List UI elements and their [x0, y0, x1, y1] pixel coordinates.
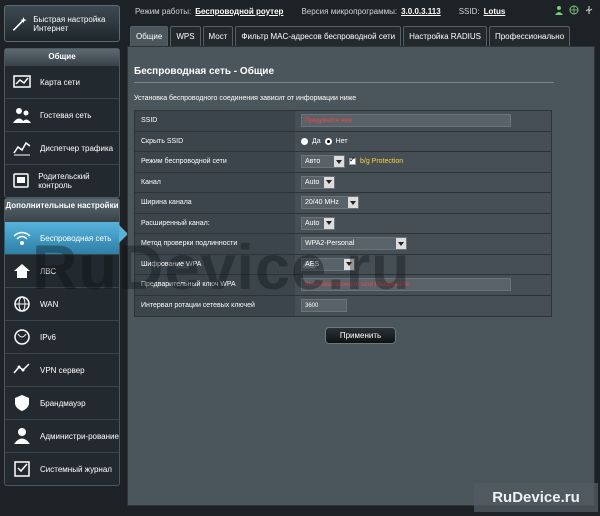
network-map-icon [10, 71, 34, 93]
hide-ssid-no-label: Нет [335, 137, 348, 145]
wan-icon [10, 293, 34, 315]
usb-icon[interactable] [584, 5, 594, 15]
guest-network-icon [10, 104, 34, 126]
bandwidth-label: Ширина канала [135, 193, 295, 213]
hide-ssid-label: Скрыть SSID [135, 131, 295, 151]
form-row-hide-ssid: Скрыть SSID Да Нет [135, 131, 551, 152]
watermark: RuDevice.ru [32, 233, 411, 303]
tab-bridge[interactable]: Мост [202, 26, 234, 46]
sidebar-item-vpn[interactable]: VPN сервер [5, 353, 119, 386]
wireless-icon [10, 227, 34, 249]
sidebar-advanced-title: Дополнительные настройки [5, 199, 119, 221]
channel-select[interactable]: Auto [301, 175, 335, 189]
magic-wand-icon [12, 16, 27, 31]
bg-protection-label: b/g Protection [360, 158, 404, 166]
admin-icon [10, 425, 34, 447]
firmware-label: Версия микропрограммы: [301, 6, 398, 16]
status-icons [554, 5, 594, 15]
hide-ssid-no-radio[interactable] [324, 137, 332, 145]
sidebar-item-label: VPN сервер [40, 365, 85, 375]
sidebar-item-parental-control[interactable]: Родительский контроль [5, 164, 119, 197]
bandwidth-value: 20/40 MHz [305, 199, 339, 207]
chevron-down-icon [324, 176, 334, 188]
form-row-ext-channel: Расширенный канал: Auto [135, 213, 551, 234]
parental-control-icon [10, 170, 32, 192]
tab-bar: Общие WPS Мост Фильтр MAC-адресов беспро… [130, 26, 571, 46]
lan-icon [10, 260, 34, 282]
watermark-badge: RuDevice.ru [474, 483, 598, 512]
mode-value: Авто [305, 158, 321, 166]
mode-link[interactable]: Беспроводной роутер [195, 7, 283, 16]
page-title: Беспроводная сеть - Общие [134, 66, 275, 77]
sidebar-item-label: Администри-рование [40, 431, 119, 441]
sidebar-item-traffic-manager[interactable]: Диспетчер трафика [5, 131, 119, 164]
vpn-icon [10, 359, 34, 381]
firewall-icon [10, 392, 34, 414]
chevron-down-icon [348, 197, 358, 209]
channel-value: Auto [305, 178, 320, 186]
page-description: Установка беспроводного соединения завис… [134, 95, 357, 102]
ssid-label: SSID [135, 111, 295, 131]
sidebar-general-title: Общие [5, 49, 119, 65]
chevron-down-icon [334, 156, 344, 168]
syslog-icon [10, 458, 34, 480]
user-icon[interactable] [554, 5, 564, 15]
firmware-link[interactable]: 3.0.0.3.113 [401, 7, 441, 16]
ext-channel-select[interactable]: Auto [301, 216, 335, 230]
title-divider [134, 82, 554, 83]
channel-label: Канал [135, 172, 295, 192]
tab-mac-filter[interactable]: Фильтр MAC-адресов беспроводной сети [235, 26, 402, 46]
tab-professional[interactable]: Профессионально [488, 26, 571, 46]
mode-select[interactable]: Авто [301, 155, 345, 169]
status-bar: Режим работы: Беспроводной роутер Версия… [133, 0, 600, 22]
sidebar-item-label: IPv6 [40, 332, 57, 342]
hide-ssid-yes-label: Да [312, 137, 321, 145]
sidebar-item-network-map[interactable]: Карта сети [5, 65, 119, 98]
ssid-input[interactable]: Придумайте имя [301, 114, 511, 128]
sidebar-item-label: Карта сети [40, 77, 80, 87]
sidebar-item-admin[interactable]: Администри-рование [5, 419, 119, 452]
sidebar-item-label: Брандмауэр [40, 398, 86, 408]
mode-label: Режим беспроводной сети [135, 152, 295, 172]
bg-protection-checkbox[interactable] [349, 155, 356, 166]
traffic-manager-icon [10, 137, 34, 159]
sidebar-item-label: Диспетчер трафика [40, 143, 114, 153]
form-row-ssid: SSID Придумайте имя [135, 111, 551, 132]
chevron-down-icon [324, 217, 334, 229]
globe-icon[interactable] [569, 5, 579, 15]
sidebar-item-guest-network[interactable]: Гостевая сеть [5, 98, 119, 131]
form-row-mode: Режим беспроводной сети Авто b/g Protect… [135, 152, 551, 173]
quick-setup-button[interactable]: Быстрая настройка Интернет [4, 5, 120, 42]
mode-label: Режим работы: [135, 6, 192, 16]
ssid-label: SSID: [458, 6, 480, 16]
sidebar-item-firewall[interactable]: Брандмауэр [5, 386, 119, 419]
ext-channel-label: Расширенный канал: [135, 213, 295, 233]
bandwidth-select[interactable]: 20/40 MHz [301, 196, 359, 210]
quick-setup-label: Быстрая настройка Интернет [33, 14, 106, 33]
form-row-bandwidth: Ширина канала 20/40 MHz [135, 193, 551, 214]
sidebar-item-label: Гостевая сеть [40, 110, 92, 120]
sidebar-item-syslog[interactable]: Системный журнал [5, 452, 119, 485]
form-row-channel: Канал Auto [135, 172, 551, 193]
sidebar-general: Общие Карта сети Гостевая сеть Диспетчер… [4, 48, 120, 198]
apply-button[interactable]: Применить [325, 327, 396, 344]
ssid-link[interactable]: Lotus [484, 7, 506, 16]
tab-wps[interactable]: WPS [170, 26, 201, 46]
sidebar-item-label: Системный журнал [40, 464, 112, 474]
sidebar-item-label: Родительский контроль [38, 172, 90, 190]
sidebar-item-ipv6[interactable]: IPv6 [5, 320, 119, 353]
hide-ssid-yes-radio[interactable] [301, 137, 308, 145]
tab-radius[interactable]: Настройка RADIUS [403, 26, 487, 46]
tab-general[interactable]: Общие [130, 26, 169, 46]
ipv6-icon [10, 326, 34, 348]
ext-channel-value: Auto [305, 219, 320, 227]
